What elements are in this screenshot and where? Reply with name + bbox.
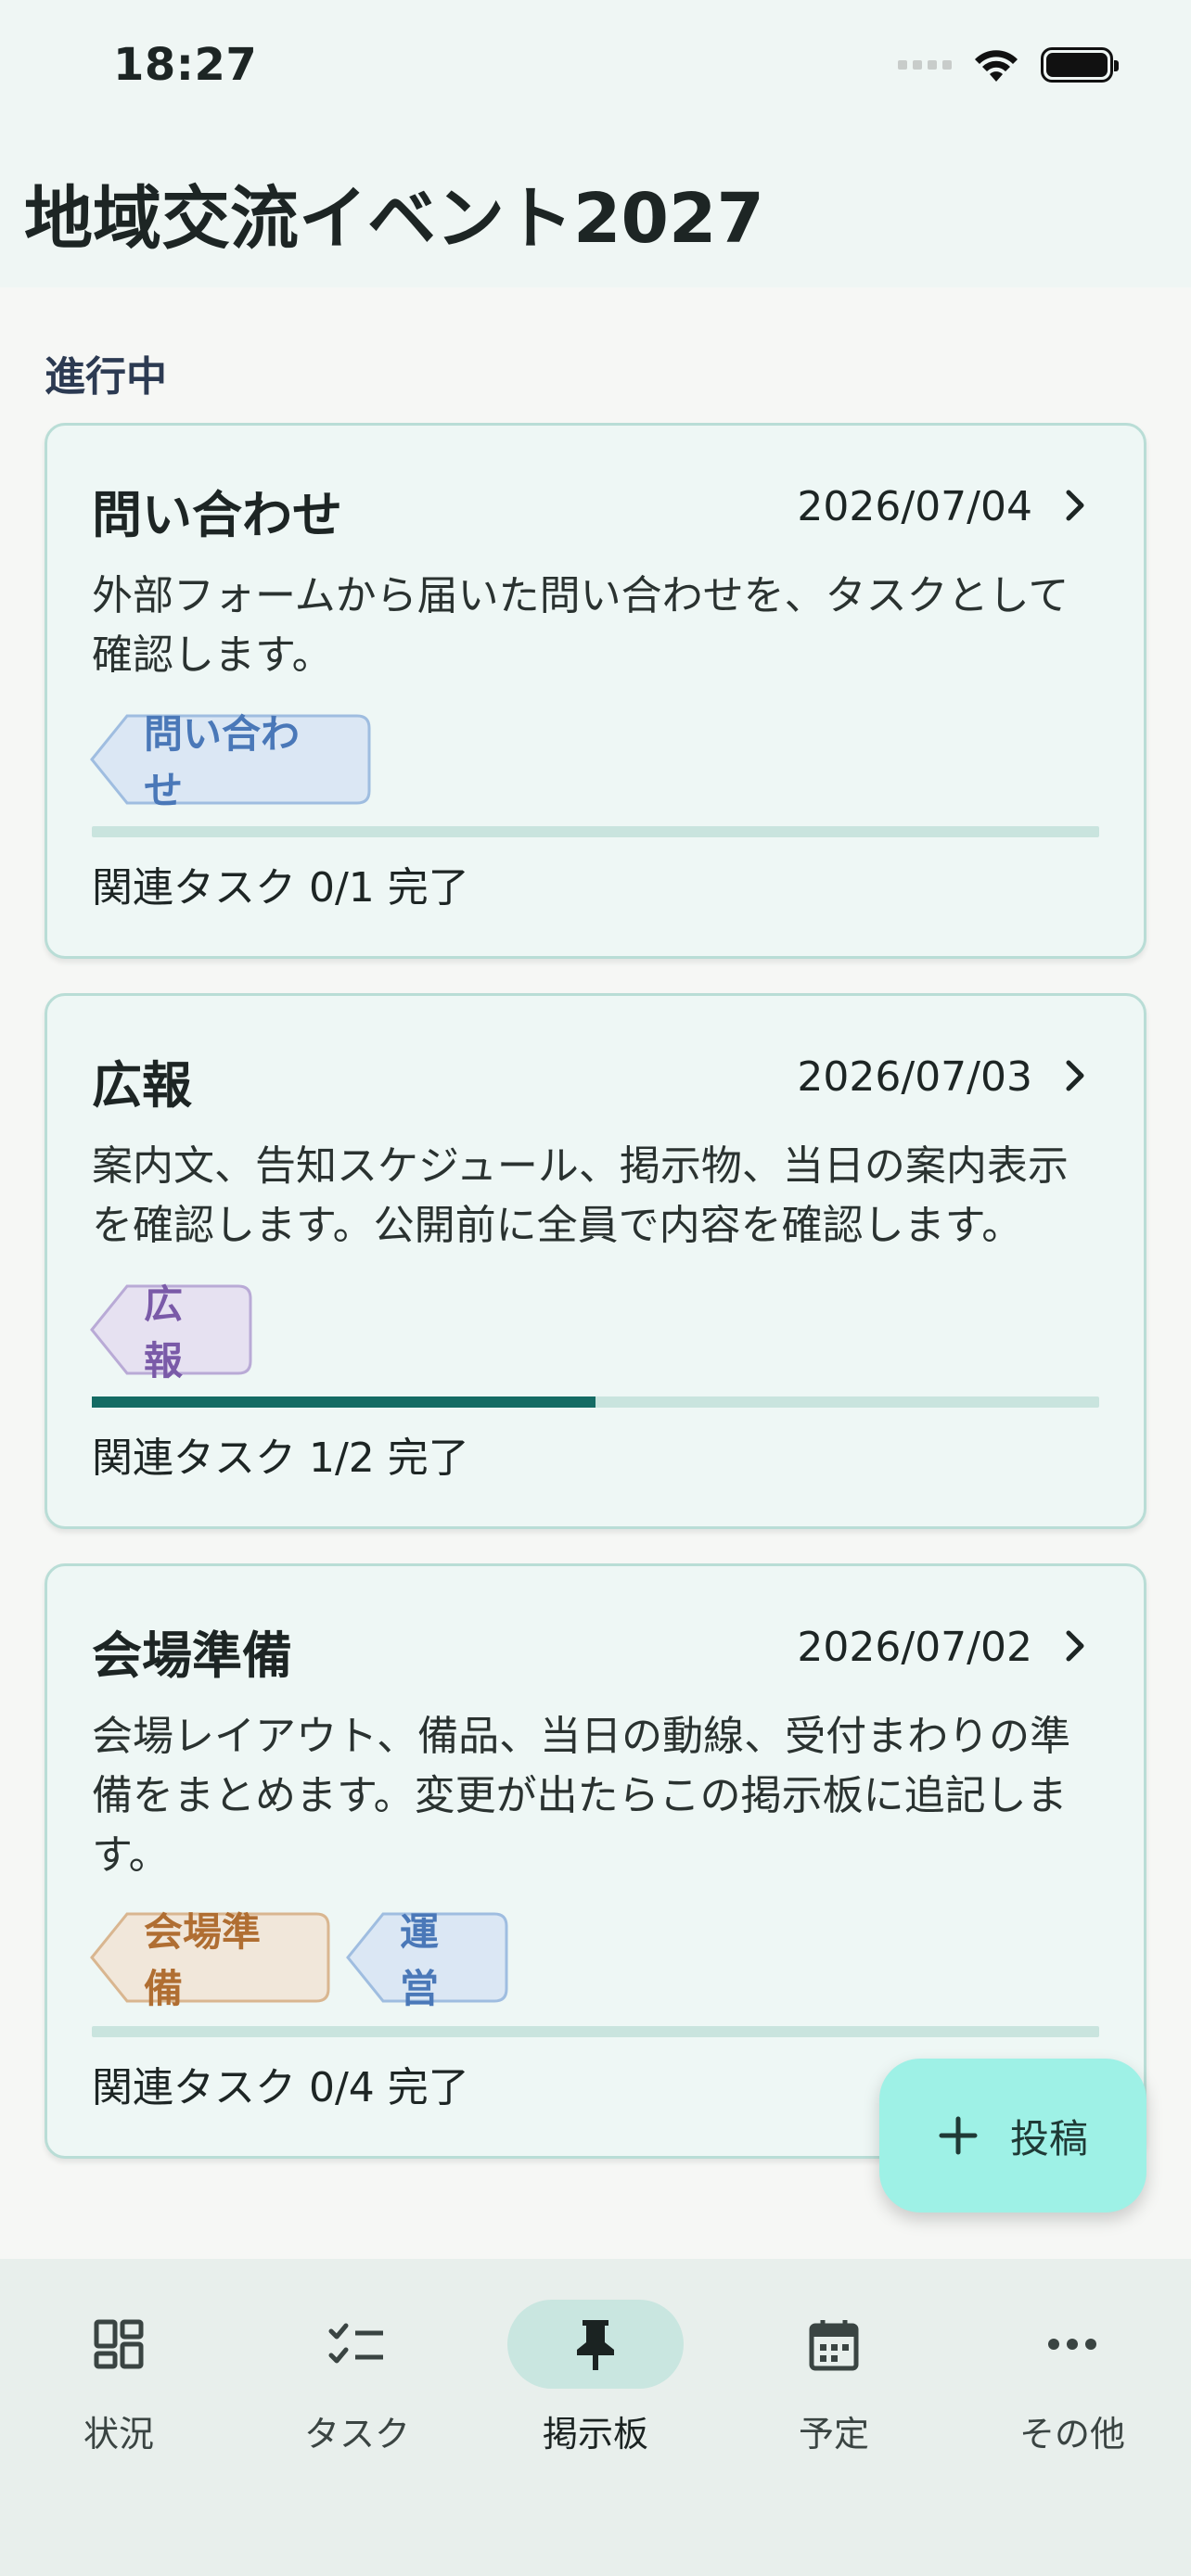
card-date: 2026/07/03 — [797, 1053, 1032, 1101]
status-time: 18:27 — [113, 39, 258, 91]
card-body: 案内文、告知スケジュール、掲示物、当日の案内表示を確認します。公開前に全員で内容… — [92, 1142, 1069, 1249]
task-count: 関連タスク 1/2 完了 — [92, 1435, 469, 1482]
post-card[interactable]: 問い合わせ 2026/07/04 外部フォームから届いた問い合わせを、タスクとし… — [45, 423, 1146, 959]
card-body: 会場レイアウト、備品、当日の動線、受付まわりの準備をまとめます。変更が出たらこの… — [92, 1713, 1071, 1879]
post-button-label: 投稿 — [1009, 2115, 1088, 2162]
page-title: 地域交流イベント2027 — [24, 179, 764, 259]
chevron-right-icon — [1066, 1630, 1084, 1662]
nav-label: 状況 — [83, 2414, 154, 2455]
wifi-icon — [975, 50, 1018, 82]
post-button[interactable]: 投稿 — [879, 2059, 1146, 2213]
card-title: 問い合わせ — [92, 486, 342, 544]
nav-label: タスク — [303, 2414, 410, 2455]
battery-icon — [1041, 47, 1119, 83]
calendar-icon — [809, 2320, 859, 2371]
tag[interactable]: 運営 — [346, 1909, 509, 2011]
tag-list: 問い合わせ — [90, 711, 372, 813]
chevron-right-icon — [1066, 490, 1084, 521]
tag-list: 会場準備 運営 — [90, 1909, 509, 2011]
dashboard-icon — [94, 2319, 144, 2369]
more-icon — [1048, 2339, 1096, 2350]
card-title: 会場準備 — [92, 1626, 292, 1685]
progress-bar — [92, 2026, 1099, 2037]
header: 18:27 地域交流イベント2027 — [0, 0, 1191, 287]
plus-icon — [939, 2116, 978, 2155]
status-indicators — [898, 46, 1119, 83]
card-date: 2026/07/02 — [797, 1624, 1032, 1671]
card-body: 外部フォームから届いた問い合わせを、タスクとして確認します。 — [92, 572, 1069, 679]
tag-label: 広報 — [144, 1282, 184, 1384]
nav-item-more[interactable]: その他 — [970, 2300, 1174, 2456]
pin-icon — [577, 2320, 614, 2370]
tag[interactable]: 問い合わせ — [90, 711, 372, 813]
nav-item-schedule[interactable]: 予定 — [732, 2300, 936, 2456]
nav-item-status[interactable]: 状況 — [17, 2300, 221, 2456]
progress-bar — [92, 1396, 1099, 1408]
card-date: 2026/07/04 — [797, 483, 1032, 530]
bottom-nav: 状況 タスク 掲示板 予定 その他 — [0, 2259, 1191, 2576]
tag-list: 広報 — [90, 1282, 253, 1384]
progress-bar — [92, 826, 1099, 837]
task-count: 関連タスク 0/1 完了 — [92, 864, 469, 912]
task-count: 関連タスク 0/4 完了 — [92, 2064, 469, 2111]
section-label: 進行中 — [45, 353, 167, 401]
tag[interactable]: 会場準備 — [90, 1909, 331, 2011]
nav-label: 掲示板 — [542, 2414, 648, 2455]
nav-label: その他 — [1018, 2414, 1125, 2455]
checklist-icon — [328, 2323, 383, 2364]
chevron-right-icon — [1066, 1060, 1084, 1091]
tag[interactable]: 広報 — [90, 1282, 253, 1384]
post-card[interactable]: 広報 2026/07/03 案内文、告知スケジュール、掲示物、当日の案内表示を確… — [45, 993, 1146, 1529]
tag-label: 問い合わせ — [144, 711, 301, 813]
signal-icon — [898, 60, 952, 70]
tag-label: 運営 — [400, 1909, 440, 2011]
nav-label: 予定 — [798, 2414, 869, 2455]
nav-item-board[interactable]: 掲示板 — [493, 2300, 698, 2456]
tag-label: 会場準備 — [144, 1909, 262, 2011]
nav-item-tasks[interactable]: タスク — [255, 2300, 459, 2456]
card-title: 広報 — [92, 1056, 192, 1115]
